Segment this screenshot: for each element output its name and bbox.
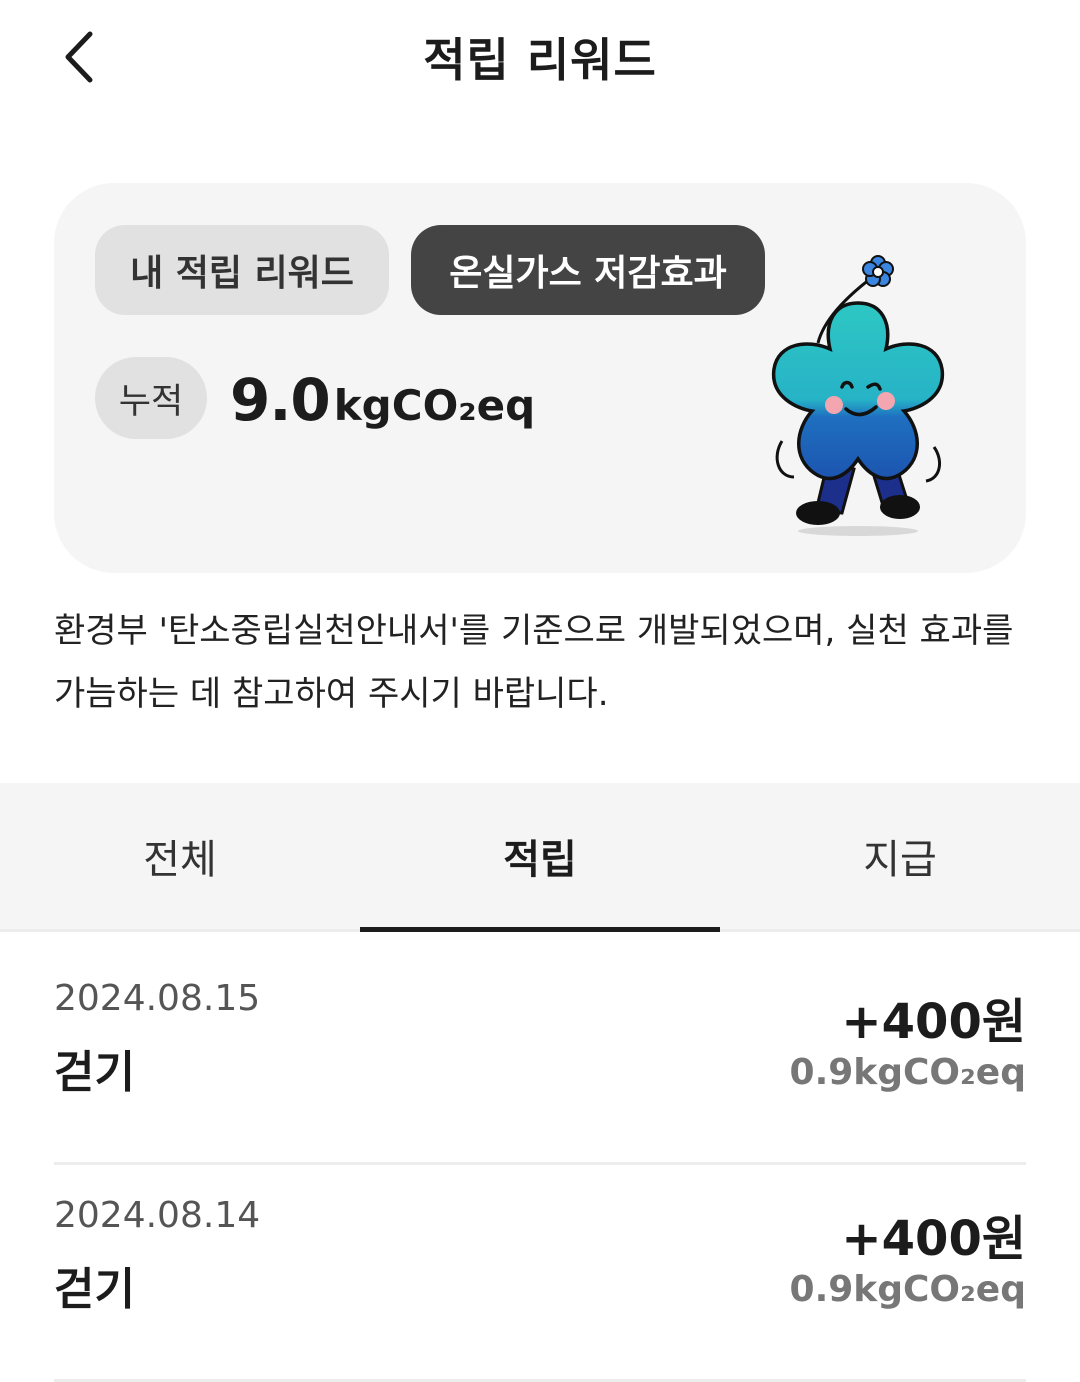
record-date: 2024.08.15 <box>54 978 261 1019</box>
record-amount: +400원 <box>841 1211 1026 1267</box>
tab-all[interactable]: 전체 <box>0 783 360 929</box>
notice-text: 환경부 '탄소중립실천안내서'를 기준으로 개발되었으며, 실천 효과를 가늠하… <box>54 611 1014 714</box>
cumulative-number: 9.0 <box>230 366 331 434</box>
header: 적립 리워드 <box>0 0 1080 115</box>
record-title: 걷기 <box>54 1264 135 1315</box>
tab-earned[interactable]: 적립 <box>360 783 720 929</box>
mascot-illustration <box>772 255 944 536</box>
list-item[interactable]: 2024.08.14 걷기 +400원 0.9kgCO₂eq <box>54 1163 1026 1382</box>
list-item[interactable]: 2024.08.15 걷기 +400원 0.9kgCO₂eq <box>54 946 1026 1165</box>
record-amount: +400원 <box>841 994 1026 1050</box>
page-title: 적립 리워드 <box>423 33 657 87</box>
tab-bar: 전체 적립 지급 <box>0 783 1080 932</box>
cumulative-unit: kgCO₂eq <box>333 381 536 430</box>
record-date: 2024.08.14 <box>54 1195 261 1236</box>
record-co2: 0.9kgCO₂eq <box>789 1052 1026 1093</box>
summary-card: 내 적립 리워드 온실가스 저감효과 누적 9.0 kgCO₂eq <box>54 183 1026 573</box>
segment-ghg-reduction[interactable]: 온실가스 저감효과 <box>411 225 765 315</box>
record-co2: 0.9kgCO₂eq <box>789 1269 1026 1310</box>
record-title: 걷기 <box>54 1047 135 1098</box>
cumulative-badge: 누적 <box>95 357 207 439</box>
tab-paid[interactable]: 지급 <box>720 783 1080 929</box>
tab-active-indicator <box>360 927 720 932</box>
segment-my-rewards[interactable]: 내 적립 리워드 <box>95 225 389 315</box>
cumulative-value: 9.0 kgCO₂eq <box>230 359 535 441</box>
